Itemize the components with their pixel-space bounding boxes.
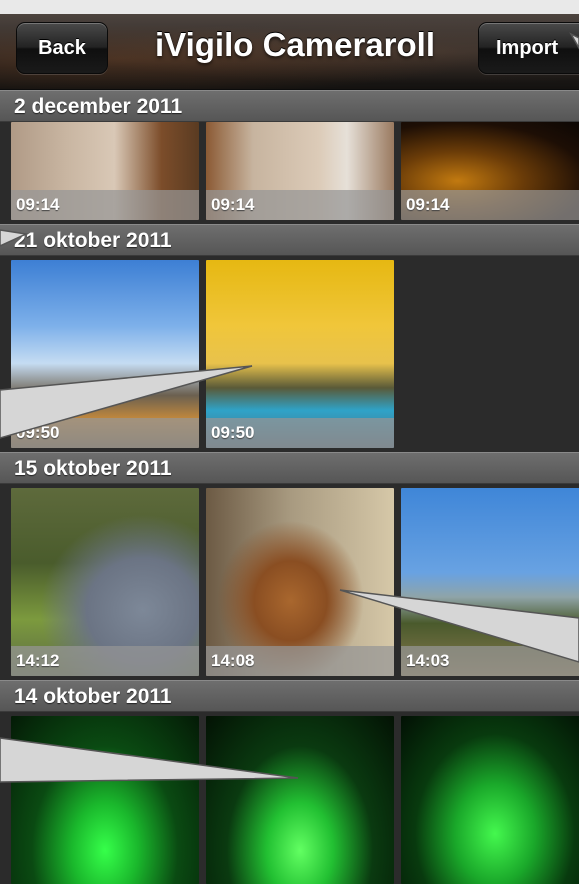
photo-thumbnail[interactable]: 14:03: [401, 488, 579, 676]
photo-image: [11, 716, 199, 884]
photo-time: 09:50: [11, 418, 199, 448]
section-header-date: 21 oktober 2011: [0, 224, 579, 256]
section-header-date: 15 oktober 2011: [0, 452, 579, 484]
photo-thumbnail[interactable]: 09:50: [206, 260, 394, 448]
photo-time: 09:14: [401, 190, 579, 220]
photo-time: 09:14: [11, 190, 199, 220]
photo-time: 09:14: [206, 190, 394, 220]
section-header-date: 14 oktober 2011: [0, 680, 579, 712]
photo-thumbnail[interactable]: [206, 716, 394, 884]
photo-thumbnail[interactable]: [11, 716, 199, 884]
back-button[interactable]: Back: [16, 22, 108, 74]
photo-image: [401, 716, 579, 884]
photo-thumbnail[interactable]: 09:50: [11, 260, 199, 448]
photo-thumbnail[interactable]: 14:12: [11, 488, 199, 676]
photo-time: 14:08: [206, 646, 394, 676]
page-title: iVigilo Cameraroll: [155, 26, 435, 63]
photo-thumbnail[interactable]: 14:08: [206, 488, 394, 676]
photo-time: 14:03: [401, 646, 579, 676]
photo-thumbnail[interactable]: [401, 716, 579, 884]
navigation-bar: Back iVigilo Cameraroll Import: [0, 0, 579, 90]
photo-image: [206, 716, 394, 884]
section-header-date: 2 december 2011: [0, 90, 579, 122]
photo-thumbnail[interactable]: 09:14: [11, 122, 199, 220]
photo-time: 09:50: [206, 418, 394, 448]
import-button[interactable]: Import: [478, 22, 579, 74]
photo-time: 14:12: [11, 646, 199, 676]
photo-thumbnail[interactable]: 09:14: [206, 122, 394, 220]
photo-thumbnail[interactable]: 09:14: [401, 122, 579, 220]
